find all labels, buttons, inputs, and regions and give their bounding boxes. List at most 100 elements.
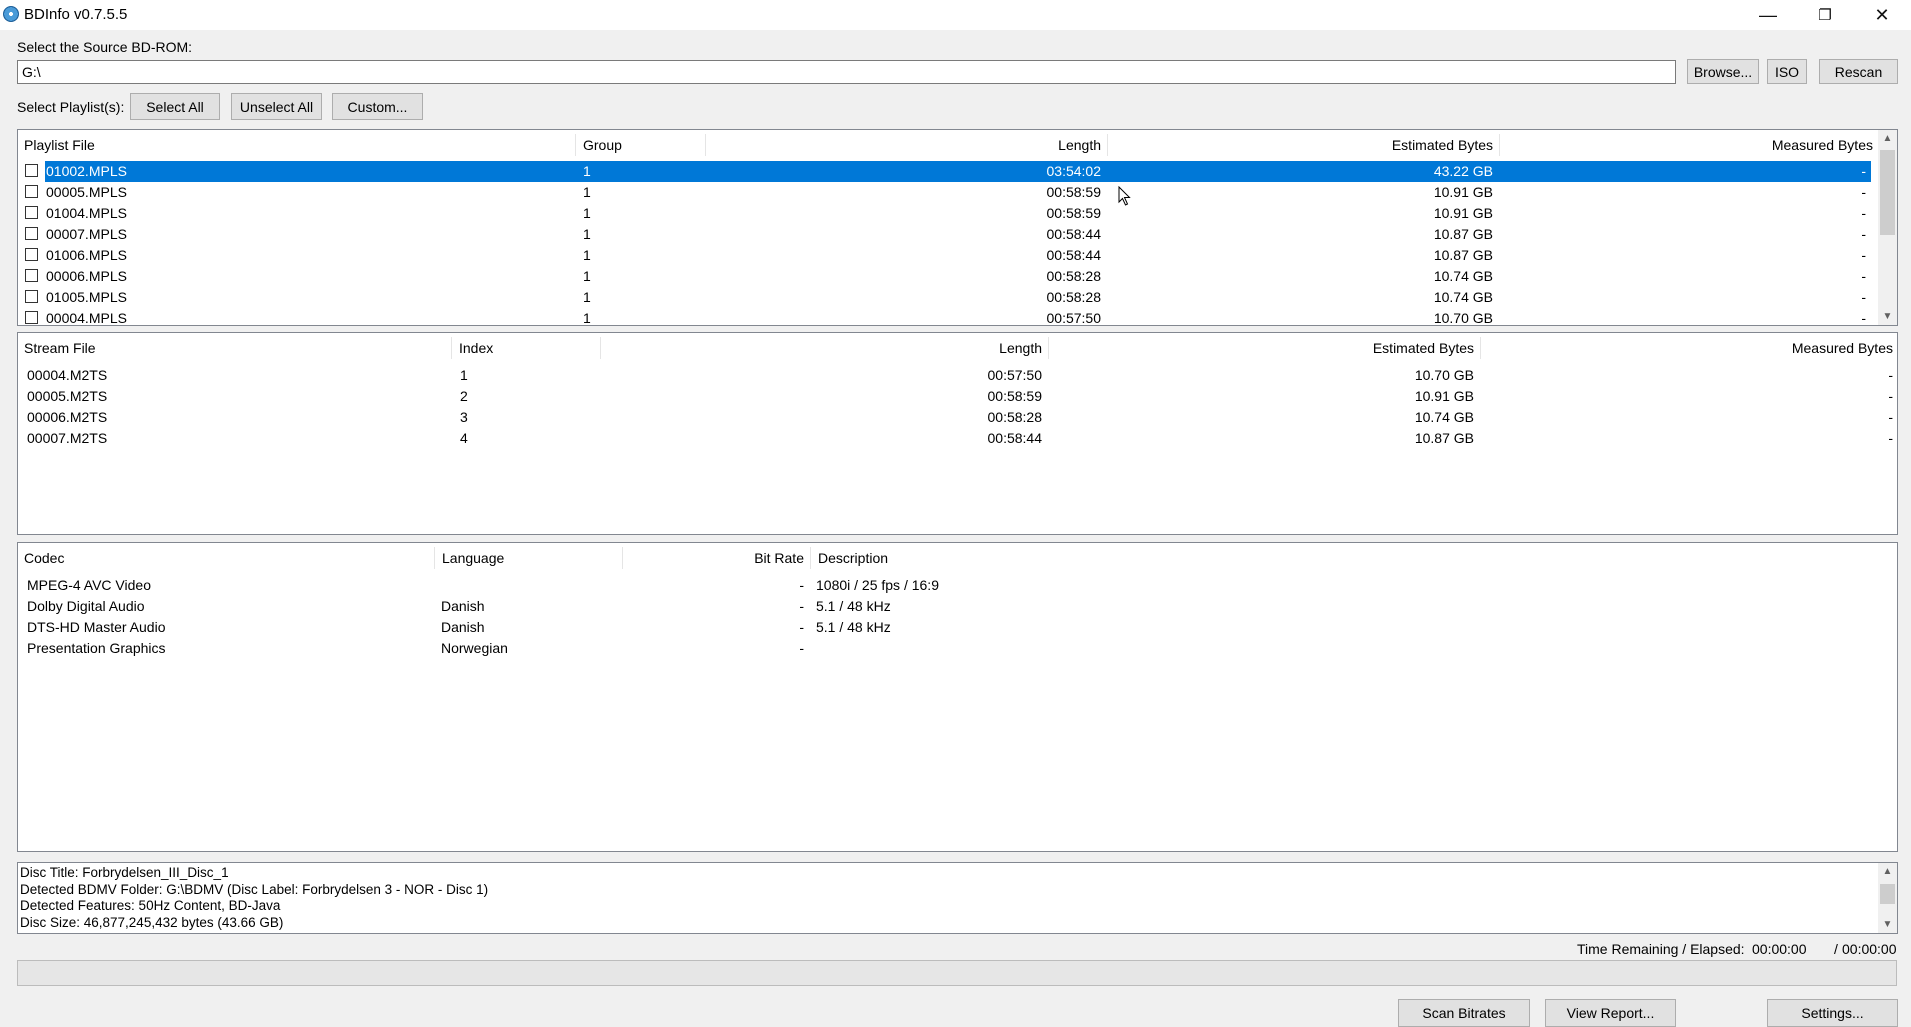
- playlist-group-cell: 1: [583, 205, 591, 221]
- stream-length-cell: 00:58:28: [987, 409, 1043, 425]
- scan-progress-bar: [17, 960, 1897, 986]
- iso-button[interactable]: ISO: [1767, 59, 1807, 84]
- view-report-button[interactable]: View Report...: [1545, 999, 1676, 1027]
- codec-list[interactable]: Codec Language Bit Rate Description MPEG…: [17, 542, 1898, 852]
- col-description[interactable]: Description: [812, 543, 1212, 573]
- playlist-checkbox[interactable]: [25, 269, 38, 282]
- log-scroll-down-icon[interactable]: ▼: [1878, 916, 1897, 933]
- col-playlist-file[interactable]: Playlist File: [18, 130, 575, 160]
- playlist-measured-cell: -: [1861, 289, 1866, 305]
- browse-button[interactable]: Browse...: [1687, 59, 1759, 84]
- source-path-input[interactable]: [17, 60, 1676, 84]
- col-measured-bytes[interactable]: Measured Bytes: [1501, 130, 1879, 160]
- playlist-file-cell: 01006.MPLS: [46, 247, 127, 263]
- col-language[interactable]: Language: [436, 543, 622, 573]
- playlist-row[interactable]: 00006.MPLS 1 00:58:28 10.74 GB -: [18, 266, 1871, 287]
- playlist-file-cell: 01004.MPLS: [46, 205, 127, 221]
- unselect-all-button[interactable]: Unselect All: [231, 93, 322, 120]
- stream-measured-cell: -: [1888, 409, 1893, 425]
- codec-bitrate-cell: -: [799, 598, 804, 614]
- playlist-file-cell: 00007.MPLS: [46, 226, 127, 242]
- scan-bitrates-button[interactable]: Scan Bitrates: [1398, 999, 1530, 1027]
- codec-row[interactable]: MPEG-4 AVC Video -1080i / 25 fps / 16:9: [18, 575, 1897, 596]
- col-length[interactable]: Length: [707, 130, 1107, 160]
- playlist-estimated-cell: 10.87 GB: [1433, 247, 1493, 263]
- stream-row[interactable]: 00006.M2TS 3 00:58:28 10.74 GB -: [18, 407, 1897, 428]
- playlist-measured-cell: -: [1861, 226, 1866, 242]
- codec-name-cell: Presentation Graphics: [27, 640, 166, 656]
- stream-row[interactable]: 00007.M2TS 4 00:58:44 10.87 GB -: [18, 428, 1897, 449]
- playlist-checkbox[interactable]: [25, 248, 38, 261]
- col-group[interactable]: Group: [577, 130, 705, 160]
- stream-measured-cell: -: [1888, 430, 1893, 446]
- playlist-row[interactable]: 01004.MPLS 1 00:58:59 10.91 GB -: [18, 203, 1871, 224]
- playlist-length-cell: 00:58:59: [1046, 184, 1102, 200]
- playlist-measured-cell: -: [1861, 184, 1866, 200]
- stream-row[interactable]: 00004.M2TS 1 00:57:50 10.70 GB -: [18, 365, 1897, 386]
- time-remaining: 00:00:00: [1752, 941, 1807, 957]
- playlist-group-cell: 1: [583, 184, 591, 200]
- col-index[interactable]: Index: [453, 333, 600, 363]
- log-scrollbar[interactable]: ▲ ▼: [1878, 863, 1897, 933]
- col-stream-estimated[interactable]: Estimated Bytes: [1050, 333, 1480, 363]
- settings-button[interactable]: Settings...: [1767, 999, 1898, 1027]
- codec-language-cell: Danish: [441, 619, 485, 635]
- col-stream-length[interactable]: Length: [602, 333, 1048, 363]
- minimize-button[interactable]: —: [1740, 0, 1796, 30]
- custom-button[interactable]: Custom...: [332, 93, 423, 120]
- time-elapsed: 00:00:00: [1842, 941, 1897, 957]
- stream-row[interactable]: 00005.M2TS 2 00:58:59 10.91 GB -: [18, 386, 1897, 407]
- playlist-row[interactable]: 00005.MPLS 1 00:58:59 10.91 GB -: [18, 182, 1871, 203]
- playlist-file-cell: 01002.MPLS: [46, 163, 127, 179]
- playlist-group-cell: 1: [583, 310, 591, 326]
- playlist-row[interactable]: 01006.MPLS 1 00:58:44 10.87 GB -: [18, 245, 1871, 266]
- playlist-length-cell: 00:58:44: [1046, 226, 1102, 242]
- rescan-button[interactable]: Rescan: [1819, 59, 1898, 84]
- stream-file-cell: 00007.M2TS: [27, 430, 108, 446]
- playlist-row[interactable]: 00007.MPLS 1 00:58:44 10.87 GB -: [18, 224, 1871, 245]
- codec-name-cell: DTS-HD Master Audio: [27, 619, 166, 635]
- stream-file-cell: 00005.M2TS: [27, 388, 108, 404]
- codec-name-cell: MPEG-4 AVC Video: [27, 577, 151, 593]
- stream-list[interactable]: Stream File Index Length Estimated Bytes…: [17, 332, 1898, 535]
- playlist-checkbox[interactable]: [25, 227, 38, 240]
- playlist-row[interactable]: 00004.MPLS 1 00:57:50 10.70 GB -: [18, 308, 1871, 326]
- codec-bitrate-cell: -: [799, 640, 804, 656]
- playlist-group-cell: 1: [583, 289, 591, 305]
- log-line: Detected Features: 50Hz Content, BD-Java: [20, 898, 281, 913]
- playlist-group-cell: 1: [583, 226, 591, 242]
- col-stream-file[interactable]: Stream File: [18, 333, 451, 363]
- col-stream-measured[interactable]: Measured Bytes: [1482, 333, 1897, 363]
- close-button[interactable]: ✕: [1854, 0, 1910, 30]
- log-line: Detected BDMV Folder: G:\BDMV (Disc Labe…: [20, 881, 489, 897]
- disc-info-log[interactable]: Disc Title: Forbrydelsen_III_Disc_1 Detec…: [17, 862, 1898, 934]
- scroll-up-icon[interactable]: ▲: [1878, 130, 1897, 147]
- time-label: Time Remaining / Elapsed:: [1577, 941, 1745, 957]
- playlist-row[interactable]: 01002.MPLS 1 03:54:02 43.22 GB -: [25, 161, 1871, 182]
- col-codec[interactable]: Codec: [18, 543, 434, 573]
- codec-row[interactable]: DTS-HD Master Audio Danish -5.1 / 48 kHz: [18, 617, 1897, 638]
- log-scroll-thumb[interactable]: [1880, 884, 1895, 904]
- codec-row[interactable]: Presentation Graphics Norwegian -: [18, 638, 1897, 659]
- playlist-estimated-cell: 10.74 GB: [1433, 268, 1493, 284]
- scroll-down-icon[interactable]: ▼: [1878, 308, 1897, 325]
- log-scroll-up-icon[interactable]: ▲: [1878, 863, 1897, 880]
- playlist-measured-cell: -: [1861, 268, 1866, 284]
- col-estimated-bytes[interactable]: Estimated Bytes: [1109, 130, 1499, 160]
- playlist-row[interactable]: 01005.MPLS 1 00:58:28 10.74 GB -: [18, 287, 1871, 308]
- playlist-checkbox[interactable]: [25, 311, 38, 324]
- codec-row[interactable]: Dolby Digital Audio Danish -5.1 / 48 kHz: [18, 596, 1897, 617]
- playlist-checkbox[interactable]: [25, 185, 38, 198]
- playlist-checkbox[interactable]: [25, 290, 38, 303]
- stream-index-cell: 4: [460, 430, 468, 446]
- select-all-button[interactable]: Select All: [130, 93, 220, 120]
- playlist-checkbox[interactable]: [25, 206, 38, 219]
- playlist-checkbox[interactable]: [25, 164, 38, 177]
- scroll-thumb[interactable]: [1880, 150, 1895, 235]
- col-bitrate[interactable]: Bit Rate: [624, 543, 810, 573]
- playlist-estimated-cell: 43.22 GB: [1433, 163, 1493, 179]
- playlist-scrollbar[interactable]: ▲ ▼: [1878, 130, 1897, 325]
- playlist-list[interactable]: Playlist File Group Length Estimated Byt…: [17, 129, 1898, 326]
- maximize-button[interactable]: ❐: [1797, 0, 1853, 30]
- playlist-length-cell: 00:58:28: [1046, 289, 1102, 305]
